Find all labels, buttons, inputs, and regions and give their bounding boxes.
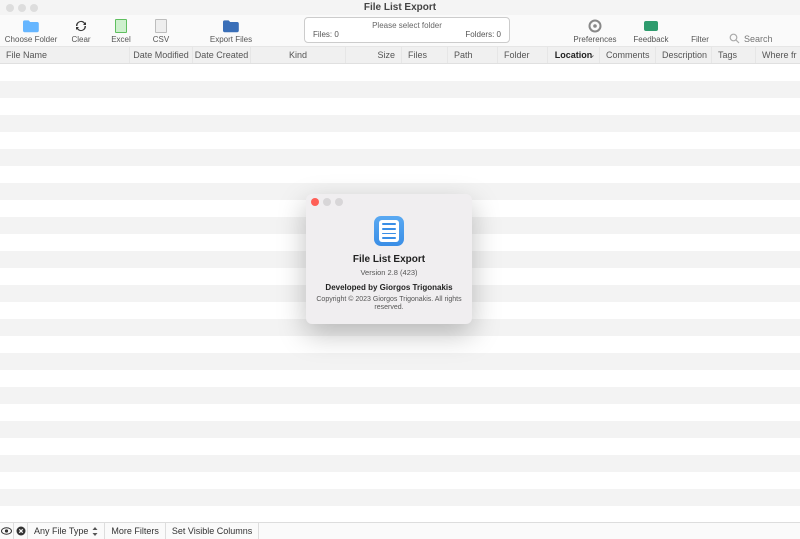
export-files-label: Export Files xyxy=(210,35,252,44)
excel-button[interactable]: Excel xyxy=(106,18,136,44)
col-location[interactable]: Location xyxy=(548,47,600,63)
excel-label: Excel xyxy=(111,35,131,44)
csv-button[interactable]: CSV xyxy=(146,18,176,44)
col-tags[interactable]: Tags xyxy=(712,47,756,63)
about-dialog: File List Export Version 2.8 (423) Devel… xyxy=(306,194,472,324)
clear-circle-icon xyxy=(16,526,26,536)
table-row xyxy=(0,438,800,455)
file-type-filter-dropdown[interactable]: Any File Type xyxy=(28,523,105,539)
col-kind[interactable]: Kind xyxy=(251,47,346,63)
col-date-created[interactable]: Date Created xyxy=(193,47,251,63)
about-app-name: File List Export xyxy=(353,254,425,265)
col-date-modified[interactable]: Date Modified xyxy=(130,47,193,63)
export-files-button[interactable]: Export Files xyxy=(204,18,258,44)
about-body: File List Export Version 2.8 (423) Devel… xyxy=(306,210,472,321)
gear-icon xyxy=(586,18,604,34)
table-row xyxy=(0,115,800,132)
export-folder-icon xyxy=(222,18,240,34)
about-traffic-lights xyxy=(311,198,343,206)
feedback-button[interactable]: Feedback xyxy=(631,18,671,44)
choose-folder-button[interactable]: Choose Folder xyxy=(6,18,56,44)
preferences-button[interactable]: Preferences xyxy=(573,18,617,44)
clear-button[interactable]: Clear xyxy=(66,18,96,44)
excel-icon xyxy=(112,18,130,34)
files-count: Files: 0 xyxy=(313,30,339,39)
eye-icon xyxy=(1,527,12,535)
csv-label: CSV xyxy=(153,35,169,44)
dropdown-arrows-icon xyxy=(92,527,98,536)
choose-folder-label: Choose Folder xyxy=(5,35,57,44)
about-zoom-icon xyxy=(335,198,343,206)
csv-icon xyxy=(152,18,170,34)
about-version: Version 2.8 (423) xyxy=(360,268,417,277)
visibility-toggle-button[interactable] xyxy=(0,523,14,539)
table-row xyxy=(0,81,800,98)
search-field[interactable] xyxy=(729,33,794,44)
window-title: File List Export xyxy=(0,2,800,13)
about-close-icon[interactable] xyxy=(311,198,319,206)
table-row xyxy=(0,370,800,387)
refresh-icon xyxy=(72,18,90,34)
table-row xyxy=(0,404,800,421)
table-row xyxy=(0,64,800,81)
table-row xyxy=(0,455,800,472)
table-row xyxy=(0,98,800,115)
table-row xyxy=(0,489,800,506)
bottom-toolbar: Any File Type More Filters Set Visible C… xyxy=(0,522,800,539)
about-developer: Developed by Giorgos Trigonakis xyxy=(325,283,452,292)
table-row xyxy=(0,149,800,166)
toolbar-separator xyxy=(186,18,194,44)
main-toolbar: Choose Folder Clear Excel CSV Export Fi xyxy=(0,15,800,47)
filter-label: Filter xyxy=(691,35,709,44)
app-icon xyxy=(374,216,404,246)
table-row xyxy=(0,387,800,404)
toolbar-left-group: Choose Folder Clear Excel CSV Export Fi xyxy=(6,18,258,44)
folder-prompt: Please select folder xyxy=(313,21,501,30)
col-files[interactable]: Files xyxy=(402,47,448,63)
table-row xyxy=(0,421,800,438)
col-folder[interactable]: Folder xyxy=(498,47,548,63)
preferences-label: Preferences xyxy=(573,35,616,44)
about-copyright: Copyright © 2023 Giorgos Trigonakis. All… xyxy=(316,296,462,313)
about-titlebar xyxy=(306,194,472,210)
table-header: File Name Date Modified Date Created Kin… xyxy=(0,47,800,64)
table-row xyxy=(0,166,800,183)
filter-button[interactable]: Filter xyxy=(685,34,715,44)
col-size[interactable]: Size xyxy=(346,47,402,63)
table-row xyxy=(0,472,800,489)
table-row xyxy=(0,336,800,353)
feedback-icon xyxy=(642,18,660,34)
folder-icon xyxy=(22,18,40,34)
search-input[interactable] xyxy=(744,34,794,44)
toolbar-right-group: Preferences Feedback Filter xyxy=(573,18,794,44)
col-where-from[interactable]: Where fr xyxy=(756,47,800,63)
col-file-name[interactable]: File Name xyxy=(0,47,130,63)
file-type-filter-label: Any File Type xyxy=(34,526,88,536)
table-row xyxy=(0,506,800,522)
folder-info-panel: Please select folder Files: 0 Folders: 0 xyxy=(304,17,510,43)
about-minimize-icon xyxy=(323,198,331,206)
set-visible-columns-button[interactable]: Set Visible Columns xyxy=(166,523,259,539)
clear-label: Clear xyxy=(71,35,90,44)
window-titlebar: File List Export xyxy=(0,0,800,15)
search-icon xyxy=(729,33,740,44)
col-description[interactable]: Description xyxy=(656,47,712,63)
table-row xyxy=(0,132,800,149)
table-row xyxy=(0,353,800,370)
clear-filter-button[interactable] xyxy=(14,523,28,539)
more-filters-button[interactable]: More Filters xyxy=(105,523,166,539)
feedback-label: Feedback xyxy=(633,35,668,44)
folders-count: Folders: 0 xyxy=(465,30,501,39)
col-comments[interactable]: Comments xyxy=(600,47,656,63)
col-path[interactable]: Path xyxy=(448,47,498,63)
